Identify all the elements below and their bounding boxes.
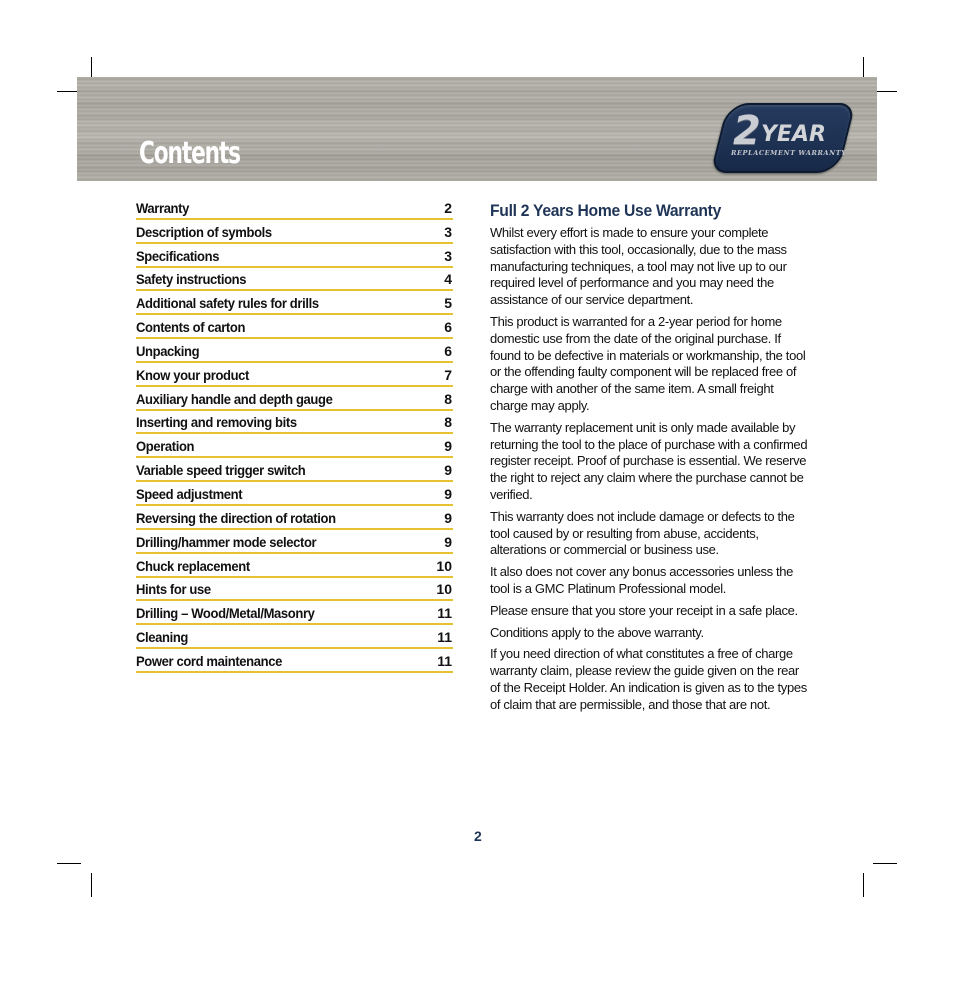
toc-entry-page: 4 <box>444 271 452 288</box>
toc-entry-label: Operation <box>136 438 195 455</box>
warranty-paragraph: It also does not cover any bonus accesso… <box>490 564 794 596</box>
toc-entry-label: Variable speed trigger switch <box>136 462 306 479</box>
warranty-paragraph: The warranty replacement unit is only ma… <box>490 419 808 502</box>
toc-entry[interactable]: Specifications 3 <box>136 244 453 268</box>
toc-entry[interactable]: Know your product 7 <box>136 363 453 387</box>
warranty-paragraph: If you need direction of what constitute… <box>490 646 807 712</box>
toc-entry-label: Inserting and removing bits <box>136 414 297 431</box>
warranty-paragraph: This product is warranted for a 2-year p… <box>490 313 806 413</box>
toc-entry[interactable]: Reversing the direction of rotation 9 <box>136 506 453 530</box>
toc-entry-label: Know your product <box>136 366 250 383</box>
toc-entry-label: Additional safety rules for drills <box>136 295 319 312</box>
badge-number: 2 <box>733 108 761 154</box>
toc-entry-page: 11 <box>437 629 452 646</box>
toc-entry-page: 3 <box>444 223 452 240</box>
toc-entry-page: 9 <box>444 485 452 502</box>
warranty-paragraph: Conditions apply to the above warranty. <box>490 624 704 640</box>
warranty-paragraph: Whilst every effort is made to ensure yo… <box>490 225 787 308</box>
toc-entry-label: Hints for use <box>136 581 211 598</box>
toc-entry[interactable]: Operation 9 <box>136 434 453 459</box>
crop-mark-bottom-right-horizontal <box>873 863 897 864</box>
table-of-contents: Warranty 2 Description of symbols 3 Specific… <box>136 196 453 673</box>
toc-entry-page: 11 <box>437 652 452 669</box>
toc-entry-page: 11 <box>437 605 452 622</box>
toc-entry[interactable]: Safety instructions 4 <box>136 268 453 292</box>
header-banner: Contents 2 YEAR REPLACEMENT WARRANTY <box>77 77 877 181</box>
toc-entry[interactable]: Warranty 2 <box>136 196 453 220</box>
toc-entry-label: Power cord maintenance <box>136 652 282 669</box>
crop-mark-bottom-left-horizontal <box>57 863 81 864</box>
toc-entry[interactable]: Unpacking 6 <box>136 339 453 363</box>
toc-entry-label: Reversing the direction of rotation <box>136 509 336 526</box>
toc-entry[interactable]: Speed adjustment 9 <box>136 482 453 506</box>
toc-entry[interactable]: Chuck replacement 10 <box>136 554 453 578</box>
toc-entry[interactable]: Auxiliary handle and depth gauge 8 <box>136 387 453 411</box>
toc-entry[interactable]: Power cord maintenance 11 <box>136 649 453 673</box>
toc-entry-label: Warranty <box>136 199 189 216</box>
toc-entry-label: Safety instructions <box>136 271 247 288</box>
toc-entry-page: 5 <box>444 295 452 312</box>
toc-entry-label: Specifications <box>136 247 220 264</box>
toc-entry[interactable]: Inserting and removing bits 8 <box>136 411 453 435</box>
toc-entry[interactable]: Hints for use 10 <box>136 578 453 602</box>
toc-entry[interactable]: Variable speed trigger switch 9 <box>136 458 453 483</box>
toc-entry-page: 9 <box>444 462 452 479</box>
toc-entry-page: 9 <box>444 438 452 455</box>
toc-entry-page: 7 <box>444 366 452 383</box>
toc-entry-page: 8 <box>444 390 452 407</box>
warranty-heading: Full 2 Years Home Use Warranty <box>490 202 722 220</box>
toc-entry-label: Drilling – Wood/Metal/Masonry <box>136 605 315 622</box>
warranty-paragraph: Please ensure that you store your receip… <box>490 602 798 618</box>
toc-entry[interactable]: Description of symbols 3 <box>136 220 453 244</box>
toc-entry-label: Chuck replacement <box>136 557 250 574</box>
toc-entry-page: 10 <box>436 557 452 574</box>
toc-entry-page: 9 <box>444 509 452 526</box>
page-title: Contents <box>139 136 241 171</box>
toc-entry[interactable]: Drilling – Wood/Metal/Masonry 11 <box>136 601 453 626</box>
toc-entry-page: 8 <box>444 414 452 431</box>
warranty-section: Full 2 Years Home Use Warranty Whilst ev… <box>490 200 810 719</box>
toc-entry-page: 10 <box>436 581 452 598</box>
toc-entry-label: Cleaning <box>136 629 189 646</box>
toc-entry-page: 6 <box>444 319 452 336</box>
crop-mark-bottom-right-vertical <box>863 873 864 897</box>
toc-entry-page: 6 <box>444 342 452 359</box>
toc-entry[interactable]: Cleaning 11 <box>136 625 453 650</box>
badge-subtitle: REPLACEMENT WARRANTY <box>731 149 847 157</box>
toc-entry[interactable]: Drilling/hammer mode selector 9 <box>136 530 453 554</box>
page-number: 2 <box>474 828 482 844</box>
toc-entry-page: 3 <box>444 247 452 264</box>
toc-entry[interactable]: Contents of carton 6 <box>136 315 453 340</box>
toc-entry[interactable]: Additional safety rules for drills 5 <box>136 291 453 316</box>
crop-mark-bottom-left-vertical <box>91 873 92 897</box>
warranty-paragraph: This warranty does not include damage or… <box>490 508 795 558</box>
toc-entry-label: Description of symbols <box>136 223 272 240</box>
toc-entry-page: 9 <box>444 533 452 550</box>
badge-word: YEAR <box>761 122 826 147</box>
warranty-body: Whilst every effort is made to ensure yo… <box>490 225 810 714</box>
toc-entry-label: Speed adjustment <box>136 485 243 502</box>
two-year-warranty-badge: 2 YEAR REPLACEMENT WARRANTY <box>710 103 856 173</box>
toc-entry-label: Auxiliary handle and depth gauge <box>136 390 333 407</box>
toc-entry-label: Unpacking <box>136 342 200 359</box>
toc-entry-label: Drilling/hammer mode selector <box>136 533 317 550</box>
toc-entry-page: 2 <box>444 199 452 216</box>
toc-entry-label: Contents of carton <box>136 319 246 336</box>
